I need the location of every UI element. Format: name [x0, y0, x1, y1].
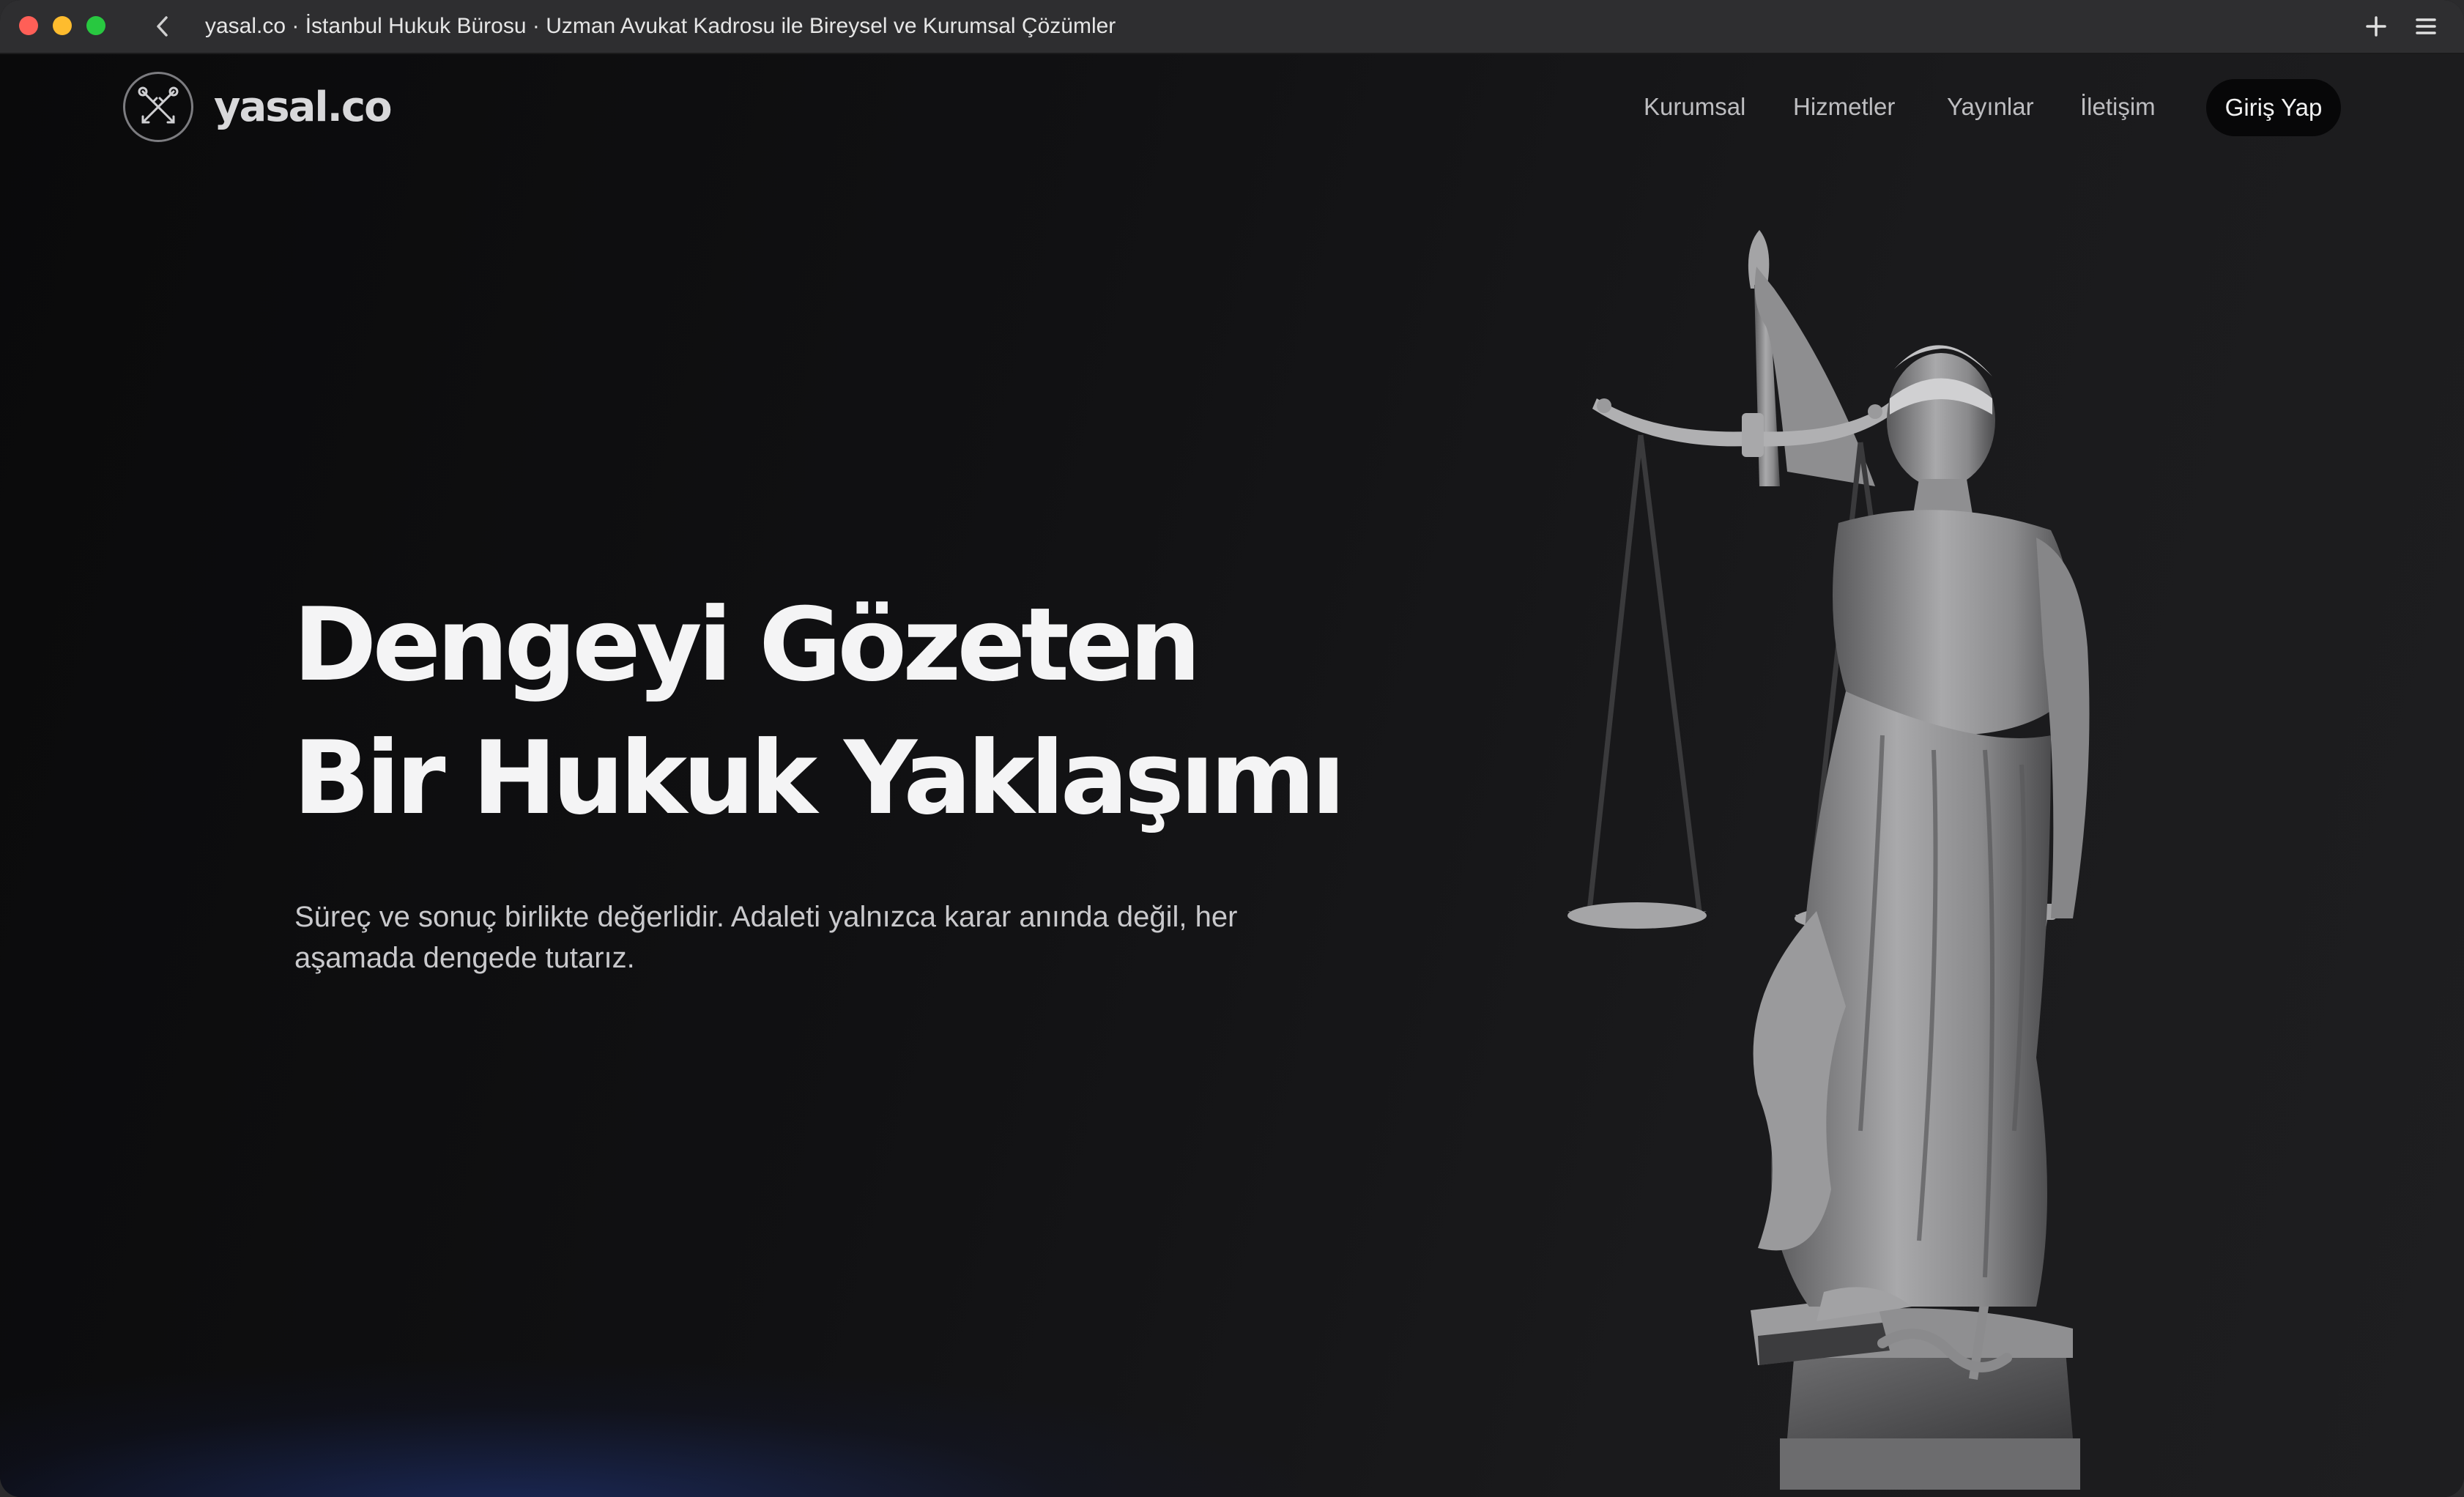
back-button[interactable] — [146, 10, 179, 42]
logo-text: yasal.co — [214, 83, 393, 131]
new-tab-button[interactable] — [2360, 10, 2392, 42]
page-content: yasal.co Kurumsal Hizmetler Yayınlar İle… — [0, 54, 2464, 1497]
hamburger-icon — [2416, 18, 2436, 34]
logo-mark — [123, 72, 193, 142]
nav-link-iletisim[interactable]: İletişim — [2080, 79, 2156, 135]
hero-title-line-2: Bir Hukuk Yaklaşımı — [293, 719, 1346, 837]
tab-title: yasal.co · İstanbul Hukuk Bürosu · Uzman… — [205, 14, 1116, 38]
plus-icon — [2366, 16, 2386, 37]
close-window-button[interactable] — [19, 16, 38, 35]
minimize-window-button[interactable] — [53, 16, 72, 35]
hero-title-line-1: Dengeyi Gözeten — [293, 586, 1201, 704]
menu-button[interactable] — [2410, 10, 2442, 42]
maximize-window-button[interactable] — [86, 16, 105, 35]
lady-justice-statue-image — [1567, 230, 2090, 1490]
nav-link-kurumsal[interactable]: Kurumsal — [1644, 79, 1745, 135]
nav-link-hizmetler[interactable]: Hizmetler — [1793, 79, 1895, 135]
login-button[interactable]: Giriş Yap — [2206, 79, 2341, 136]
chevron-left-icon — [157, 16, 168, 37]
title-bar: yasal.co · İstanbul Hukuk Bürosu · Uzman… — [0, 0, 2464, 54]
browser-window: yasal.co · İstanbul Hukuk Bürosu · Uzman… — [0, 0, 2464, 1497]
crossed-keys-icon — [138, 86, 179, 124]
hero-subtitle: Süreç ve sonuç birlikte değerlidir. Adal… — [294, 901, 1238, 974]
hero-title: Dengeyi Gözeten Bir Hukuk Yaklaşımı — [293, 579, 1346, 845]
nav-link-yayinlar[interactable]: Yayınlar — [1947, 79, 2034, 135]
site-logo[interactable]: yasal.co — [123, 72, 393, 142]
